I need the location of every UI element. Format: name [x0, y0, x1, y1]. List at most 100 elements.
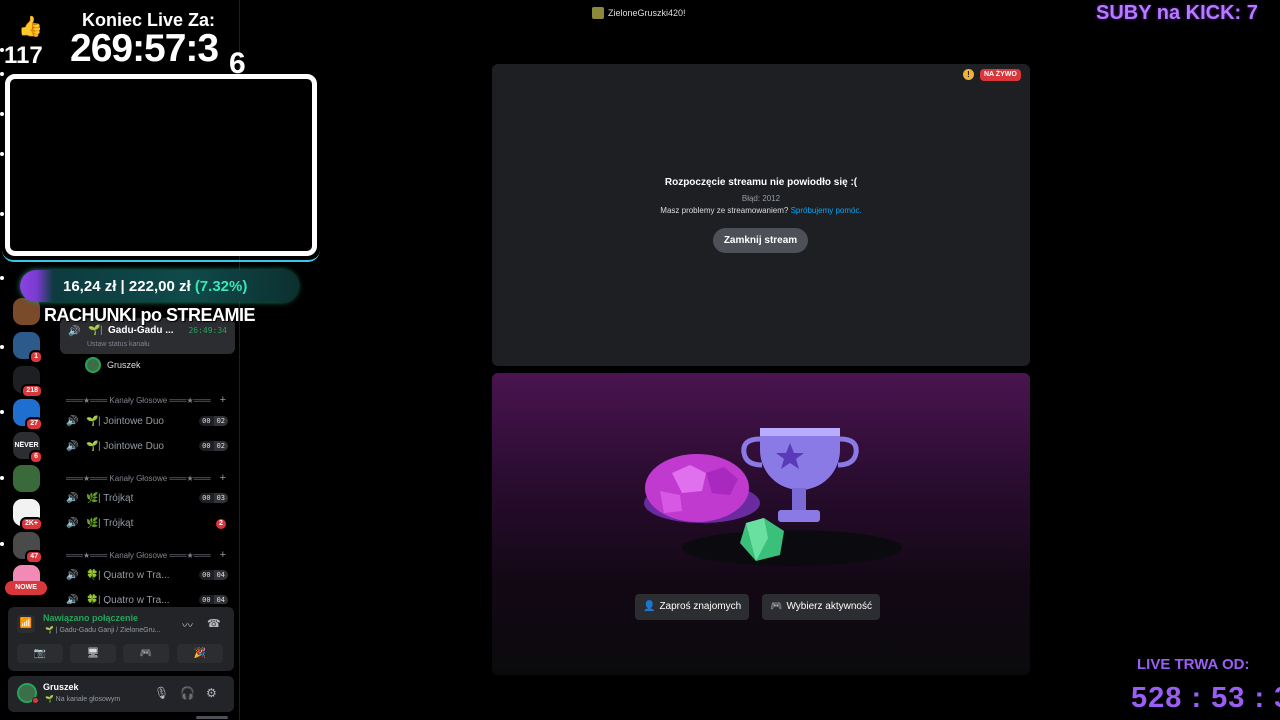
channel-name: Gadu-Gadu ... — [108, 325, 174, 336]
mention-badge: 27 — [25, 417, 43, 431]
user-limit: 00 02 — [199, 441, 228, 451]
live-badge: NA ŻYWO — [980, 69, 1021, 81]
clover-icon: 🍀 — [86, 570, 99, 581]
help-link[interactable]: Spróbujemy pomóc. — [791, 206, 862, 215]
scroll-handle[interactable] — [196, 716, 228, 719]
add-channel-icon[interactable]: + — [220, 394, 226, 406]
speaker-icon: 🔊 — [66, 493, 79, 504]
unread-dot — [0, 345, 4, 349]
unread-dot — [0, 476, 4, 480]
error-code: Błąd: 2012 — [741, 194, 781, 203]
help-text: Masz problemy ze streamowaniem? — [660, 206, 789, 215]
speaker-icon: 🔊 — [66, 570, 79, 581]
connection-status[interactable]: Nawiązano połączenie — [43, 613, 138, 623]
camera-off-button[interactable]: 📷 — [17, 644, 63, 663]
server-icon[interactable]: 2K+ — [13, 499, 43, 531]
gear-icon[interactable]: ⚙ — [206, 686, 217, 700]
stream-tile[interactable] — [492, 64, 1030, 366]
category-label: ═══★═══ Kanały Głosowe ═══★═══ — [66, 551, 211, 560]
voice-channel[interactable]: 🔊 🌿 | Trójkąt 2 — [62, 515, 234, 533]
mention-badge: 1 — [29, 350, 43, 364]
voice-channel[interactable]: 🔊 🍀 | Quatro w Tra... 00 04 — [62, 567, 234, 585]
disconnect-icon[interactable]: ☎ — [207, 617, 221, 630]
server-icon[interactable]: 218 — [13, 366, 43, 398]
unread-dot — [0, 212, 4, 216]
kick-subs-counter: SUBY na KICK: 7 — [1096, 2, 1258, 24]
activity-tile — [492, 373, 1030, 675]
category-header[interactable]: ═══★═══ Kanały Głosowe ═══★═══ + — [66, 394, 236, 408]
microphone-icon[interactable]: 🎙 — [154, 686, 169, 700]
mention-badge: 2K+ — [19, 517, 43, 531]
avatar — [85, 357, 101, 373]
category-label: ═══★═══ Kanały Głosowe ═══★═══ — [66, 474, 211, 483]
server-icon[interactable] — [13, 465, 40, 492]
speaker-icon: 🔊 — [66, 416, 79, 427]
window-title-text: ZieloneGruszki420! — [608, 7, 686, 18]
mention-badge: 2 — [216, 519, 226, 529]
user-limit: 00 04 — [199, 595, 228, 604]
invite-friends-button[interactable]: 👤 Zaproś znajomych — [635, 594, 750, 620]
status-dot — [32, 697, 39, 704]
user-limit: 00 03 — [199, 493, 228, 503]
voice-channel[interactable]: 🔊 🌱 | Jointowe Duo 00 02 — [62, 438, 234, 456]
unread-dot — [0, 152, 4, 156]
category-label: ═══★═══ Kanały Głosowe ═══★═══ — [66, 396, 211, 405]
server-label: NE̅VER — [14, 442, 39, 449]
server-icon[interactable]: NE̅VER 6 — [13, 432, 43, 464]
server-icon[interactable]: 47 — [13, 532, 43, 564]
screen-share-button[interactable]: 🖥 — [70, 644, 116, 663]
speaker-icon: 🔊 — [66, 595, 79, 604]
mention-badge: 47 — [25, 550, 43, 564]
noise-suppression-icon[interactable]: 〰 — [182, 617, 193, 633]
channel-status[interactable]: Ustaw status kanału — [87, 341, 150, 348]
channel-icon — [592, 6, 604, 19]
soundboard-button[interactable]: 🎉 — [177, 644, 223, 663]
user-limit: 00 02 — [199, 416, 228, 426]
channel-label: | Jointowe Duo — [98, 416, 164, 427]
choose-activity-button[interactable]: 🎮 Wybierz aktywność — [762, 594, 880, 620]
overlay-caption: RACHUNKI po STREAMIE — [44, 305, 256, 325]
category-header[interactable]: ═══★═══ Kanały Głosowe ═══★═══ + — [66, 549, 236, 563]
add-channel-icon[interactable]: + — [220, 549, 226, 561]
sprout-icon: 🌱 — [86, 416, 99, 427]
trophy-illustration — [644, 428, 902, 566]
end-live-timer: 269:57:3 — [70, 27, 219, 70]
voice-channel[interactable]: 🔊 🌱 | Jointowe Duo 00 02 — [62, 413, 234, 431]
headphones-icon[interactable]: 🎧 — [180, 686, 195, 700]
voice-channel[interactable]: 🔊 🍀 | Quatro w Tra... 00 04 — [62, 592, 234, 604]
invite-friends-label: Zaproś znajomych — [659, 601, 742, 612]
channel-timer: 26:49:34 — [188, 326, 227, 335]
live-duration-label: LIVE TRWA OD: — [1137, 656, 1250, 673]
clover-icon: 🍀 — [86, 595, 99, 604]
add-channel-icon[interactable]: + — [220, 472, 226, 484]
speaker-icon: 🔊 — [68, 326, 81, 337]
new-pill[interactable]: NOWE — [5, 581, 47, 595]
channel-label: | Trójkąt — [98, 493, 134, 504]
category-header[interactable]: ═══★═══ Kanały Głosowe ═══★═══ + — [66, 472, 236, 486]
live-duration-timer: 528 : 53 : 33 — [1131, 682, 1280, 714]
activity-button[interactable]: 🎮 — [123, 644, 169, 663]
unread-dot — [0, 72, 4, 76]
speaker-icon: 🔊 — [66, 441, 79, 452]
server-icon[interactable]: 27 — [13, 399, 43, 431]
channel-label: | Trójkąt — [98, 518, 134, 529]
leaf-icon: 🌿 — [86, 493, 99, 504]
gamepad-icon: 🎮 — [770, 601, 783, 612]
error-help: Masz problemy ze streamowaniem? Spróbuje… — [492, 206, 1030, 215]
close-stream-button[interactable]: Zamknij stream — [713, 228, 808, 253]
voice-channel[interactable]: 🔊 🌿 | Trójkąt 00 03 — [62, 490, 234, 508]
server-icon[interactable] — [13, 298, 40, 325]
signal-icon[interactable]: 📶 — [17, 615, 35, 633]
webcam-glow — [2, 250, 320, 262]
username[interactable]: Gruszek — [43, 682, 79, 692]
unread-dot — [0, 276, 4, 280]
sprout-icon: 🌱 — [86, 441, 99, 452]
unread-dot — [0, 542, 4, 546]
member-name: Gruszek — [107, 360, 141, 370]
unread-dot — [0, 112, 4, 116]
error-title: Rozpoczęcie streamu nie powiodło się :( — [664, 177, 858, 188]
server-icon[interactable]: 1 — [13, 332, 43, 364]
connection-channel[interactable]: 🌱 | Gadu-Gadu Ganji / ZieloneGru... — [45, 626, 161, 634]
mention-badge: 218 — [21, 384, 43, 398]
warning-icon[interactable]: ! — [963, 69, 974, 80]
